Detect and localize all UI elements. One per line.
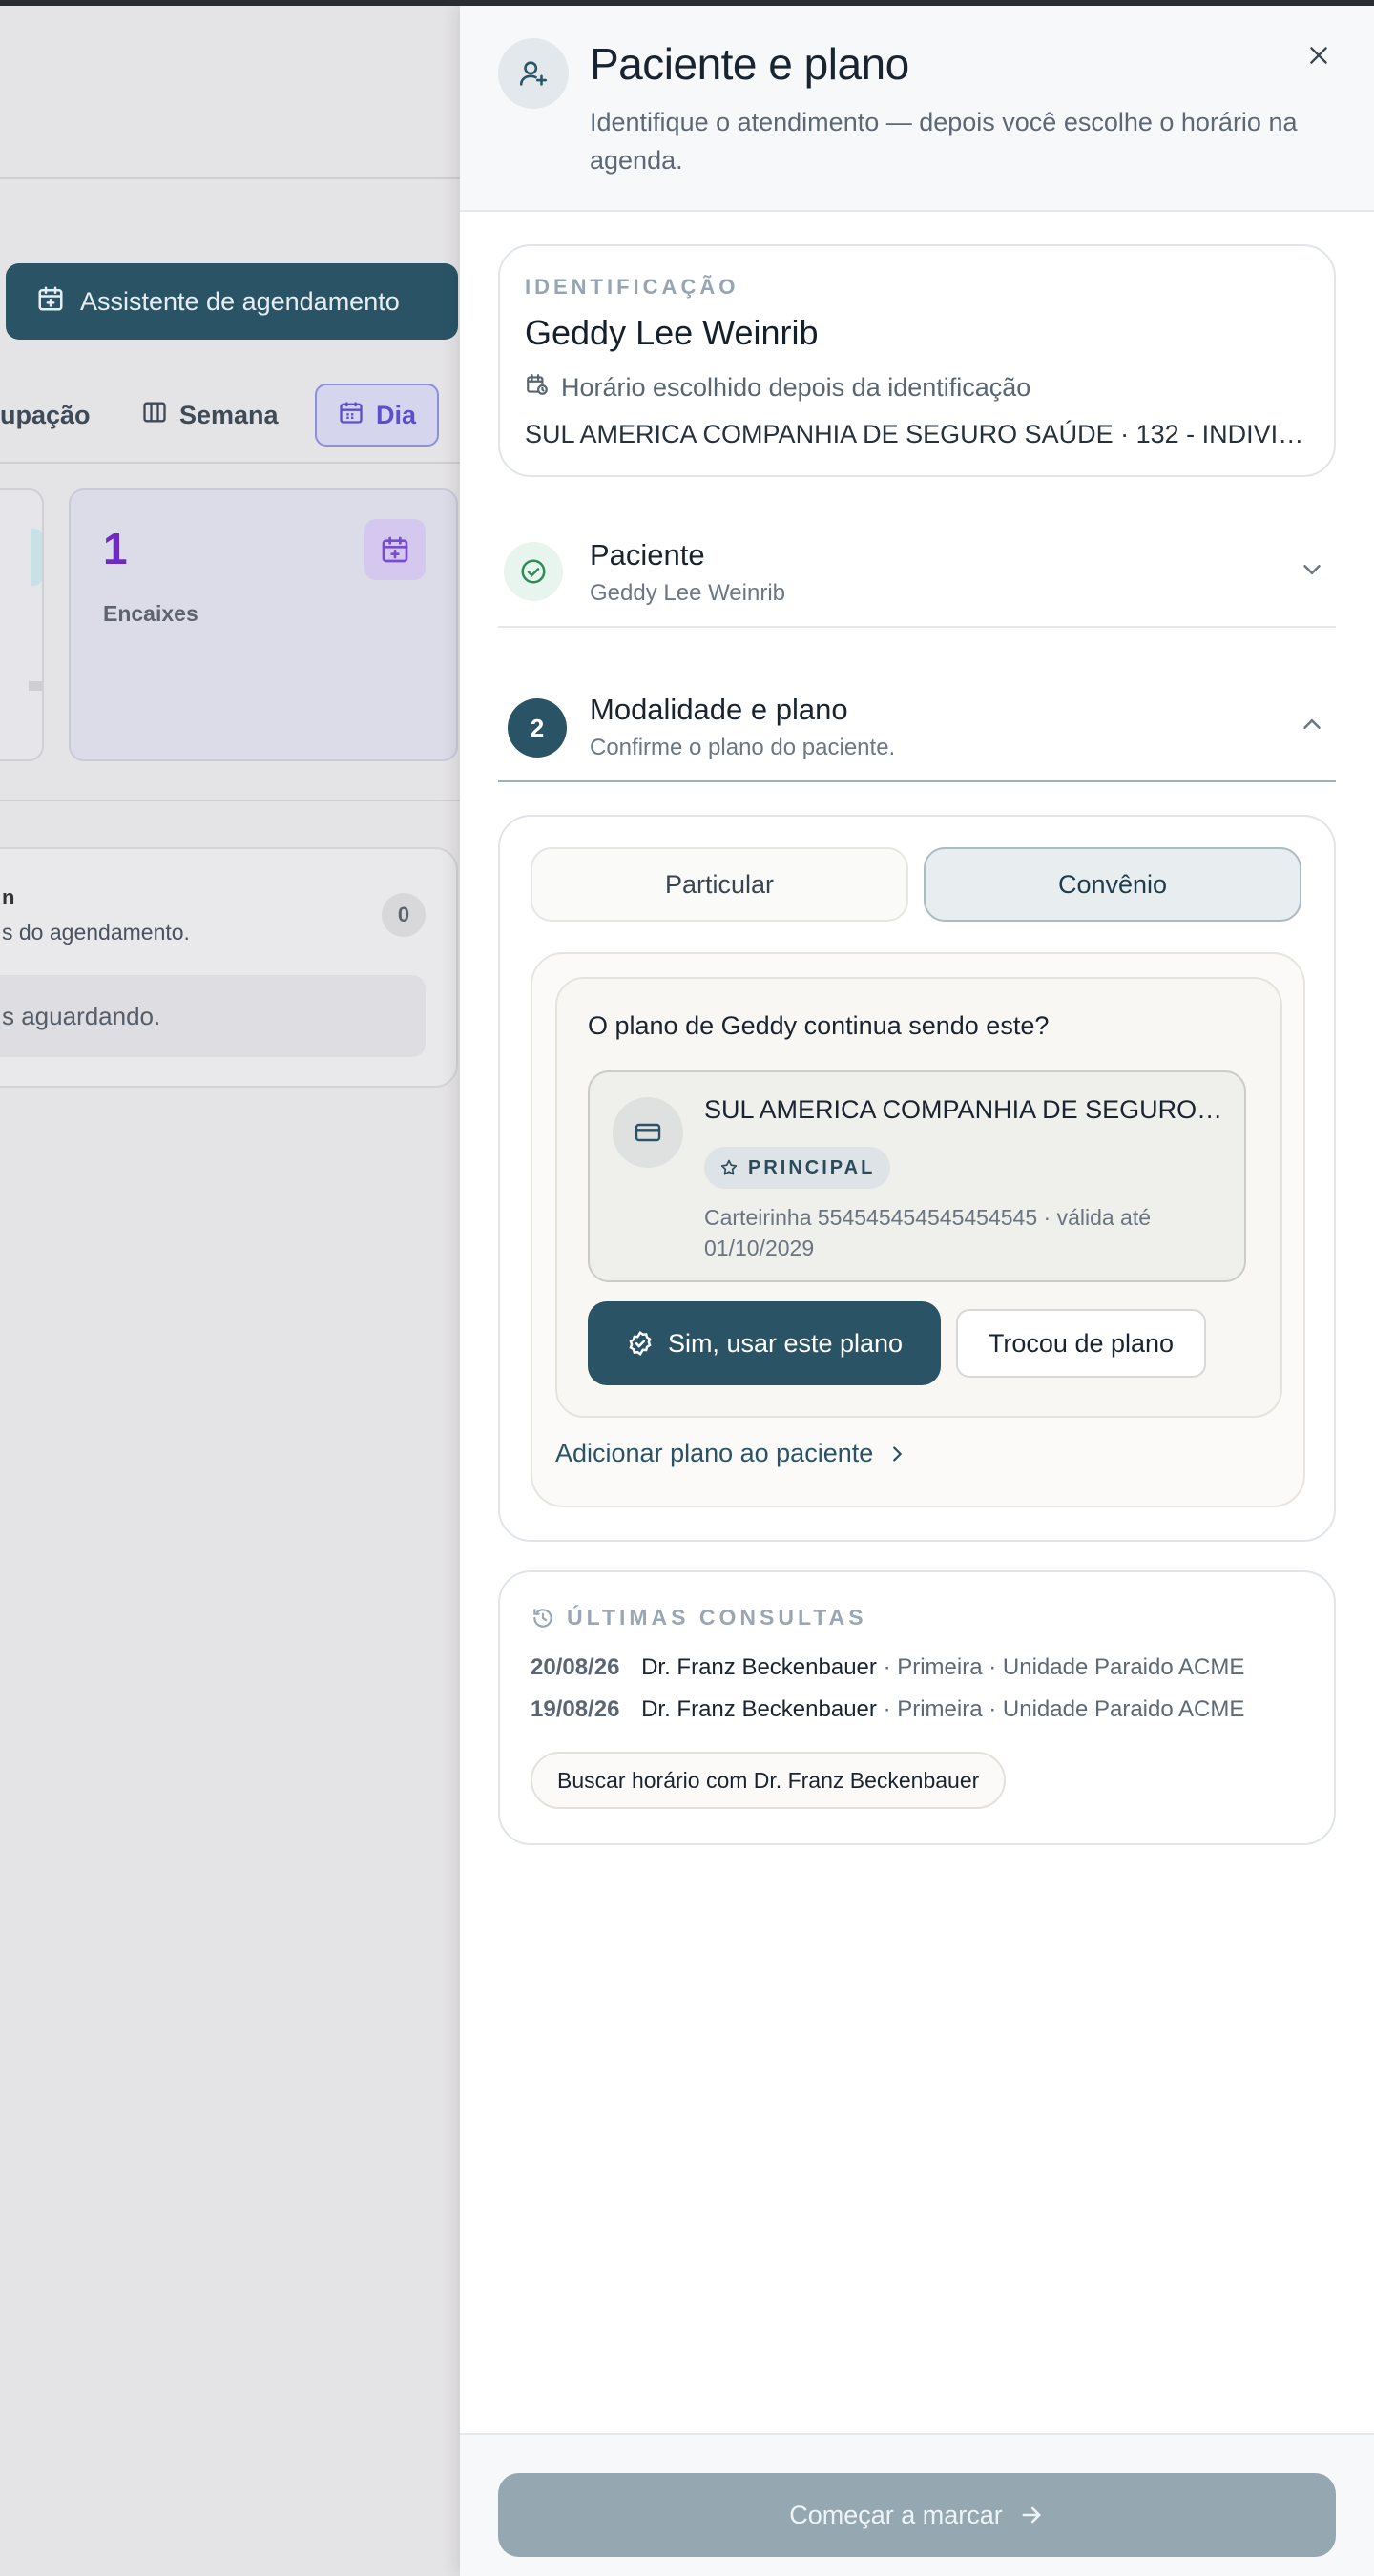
calendar-plus-icon <box>36 284 65 320</box>
consultation-date: 20/08/26 <box>531 1654 620 1680</box>
use-this-plan-button[interactable]: Sim, usar este plano <box>588 1301 941 1385</box>
modality-option-convenio[interactable]: Convênio <box>924 847 1301 922</box>
divider <box>0 177 460 179</box>
patient-name: Geddy Lee Weinrib <box>525 313 819 352</box>
step-patient-title: Paciente <box>590 538 705 571</box>
view-tab-occupancy[interactable]: upação <box>0 384 91 447</box>
current-plan-card: SUL AMERICA COMPANHIA DE SEGURO SAÚDE PR… <box>588 1070 1246 1282</box>
close-button[interactable] <box>1300 36 1338 74</box>
changed-plan-button[interactable]: Trocou de plano <box>956 1309 1206 1378</box>
consultation-details: · Primeira · Unidade Paraido ACME <box>883 1696 1245 1722</box>
plan-name: SUL AMERICA COMPANHIA DE SEGURO SAÚDE <box>704 1095 1225 1124</box>
encaixes-card[interactable]: 1 Encaixes <box>69 488 458 761</box>
recent-consultations-card: ÚLTIMAS CONSULTAS 20/08/26 Dr. Franz Bec… <box>498 1570 1336 1845</box>
window-top-border <box>0 0 1374 6</box>
modality-plan-card: Particular Convênio O plano de Geddy con… <box>498 815 1336 1542</box>
view-tab-day-label: Dia <box>376 400 417 429</box>
view-tab-day[interactable]: Dia <box>315 384 440 447</box>
principal-badge-label: PRINCIPAL <box>748 1156 876 1178</box>
scheduling-assistant-button[interactable]: Assistente de agendamento <box>6 263 458 340</box>
identification-label: IDENTIFICAÇÃO <box>525 275 739 299</box>
badge-check-icon <box>629 1330 652 1357</box>
patient-plan-drawer: Paciente e plano Identifique o atendimen… <box>460 6 1374 2576</box>
chevron-right-icon <box>893 1445 903 1462</box>
chevron-down-icon <box>1303 565 1321 575</box>
chevron-up-icon <box>1303 718 1321 729</box>
star-icon <box>720 1159 738 1175</box>
identification-plan: SUL AMERICA COMPANHIA DE SEGURO SAÚDE · … <box>525 420 1317 448</box>
waiting-subtitle: s do agendamento. <box>2 920 190 945</box>
calendar-clock-icon <box>525 372 550 404</box>
consultation-date: 19/08/26 <box>531 1696 620 1722</box>
plan-confirmation-question: O plano de Geddy continua sendo este? <box>588 1011 1050 1040</box>
principal-badge: PRINCIPAL <box>704 1147 891 1189</box>
close-icon <box>1310 47 1327 64</box>
waiting-list-card: n s do agendamento. 0 s aguardando. <box>0 847 458 1088</box>
view-switcher: upação Semana Dia <box>0 384 460 447</box>
waiting-count-badge: 0 <box>382 893 426 937</box>
divider <box>0 800 460 801</box>
consultation-doctor: Dr. Franz Beckenbauer <box>641 1696 877 1722</box>
view-tab-week[interactable]: Semana <box>141 384 279 447</box>
stat-card-accent <box>31 529 42 586</box>
drawer-title: Paciente e plano <box>590 39 909 89</box>
consultation-row: 19/08/26 Dr. Franz Beckenbauer · Primeir… <box>531 1696 1244 1723</box>
step-modality-plan[interactable]: 2 Modalidade e plano Confirme o plano do… <box>498 668 1336 782</box>
recent-consultations-title: ÚLTIMAS CONSULTAS <box>567 1605 867 1630</box>
view-tab-week-label: Semana <box>179 400 279 429</box>
check-circle-icon <box>504 542 563 601</box>
waiting-empty-state: s aguardando. <box>0 975 426 1057</box>
consultation-doctor: Dr. Franz Beckenbauer <box>641 1654 877 1680</box>
calendar-plus-icon <box>364 519 426 580</box>
convenio-section: O plano de Geddy continua sendo este? SU… <box>531 952 1305 1507</box>
calendar-icon <box>338 399 364 432</box>
columns-icon <box>141 399 168 432</box>
step-modality-subtitle: Confirme o plano do paciente. <box>590 735 896 760</box>
search-slot-with-doctor-button[interactable]: Buscar horário com Dr. Franz Beckenbauer <box>531 1752 1007 1809</box>
divider <box>0 462 460 464</box>
encaixes-count: 1 <box>103 524 128 573</box>
time-note: Horário escolhido depois da identificaçã… <box>525 372 1030 404</box>
scheduling-assistant-label: Assistente de agendamento <box>80 286 400 316</box>
drawer-subtitle: Identifique o atendimento — depois você … <box>590 108 1298 175</box>
stat-card-bar <box>29 681 42 691</box>
card-number-validity: Carteirinha 554545454545454545 · válida … <box>704 1205 1152 1260</box>
user-plus-icon <box>498 38 569 109</box>
view-tab-occupancy-label: upação <box>0 400 91 429</box>
history-icon <box>533 1608 552 1628</box>
step-number: 2 <box>508 698 567 758</box>
waiting-title: n <box>2 885 15 909</box>
encaixes-label: Encaixes <box>103 601 198 626</box>
step-patient[interactable]: Paciente Geddy Lee Weinrib <box>498 513 1336 628</box>
arrow-right-icon <box>1022 2506 1041 2524</box>
start-scheduling-button[interactable]: Começar a marcar <box>498 2473 1336 2557</box>
plan-confirmation: O plano de Geddy continua sendo este? SU… <box>555 977 1282 1418</box>
consultation-details: · Primeira · Unidade Paraido ACME <box>883 1654 1245 1680</box>
recent-consultations-label: ÚLTIMAS CONSULTAS <box>531 1605 867 1631</box>
step-modality-title: Modalidade e plano <box>590 693 848 726</box>
start-scheduling-label: Começar a marcar <box>789 2500 1003 2529</box>
time-note-text: Horário escolhido depois da identificaçã… <box>561 373 1031 402</box>
credit-card-icon <box>613 1097 683 1168</box>
modality-option-particular[interactable]: Particular <box>531 847 908 922</box>
drawer-footer: Começar a marcar <box>460 2433 1374 2576</box>
identification-card: IDENTIFICAÇÃO Geddy Lee Weinrib Horário … <box>498 244 1336 477</box>
step-patient-subtitle: Geddy Lee Weinrib <box>590 580 786 606</box>
add-plan-label: Adicionar plano ao paciente <box>555 1439 874 1467</box>
stat-card-partial <box>0 488 44 761</box>
consultation-row: 20/08/26 Dr. Franz Beckenbauer · Primeir… <box>531 1654 1244 1681</box>
use-this-plan-label: Sim, usar este plano <box>667 1328 904 1358</box>
background-app: Assistente de agendamento upação Semana … <box>0 6 460 2576</box>
add-plan-link[interactable]: Adicionar plano ao paciente <box>555 1439 907 1468</box>
drawer-header: Paciente e plano Identifique o atendimen… <box>460 6 1374 212</box>
